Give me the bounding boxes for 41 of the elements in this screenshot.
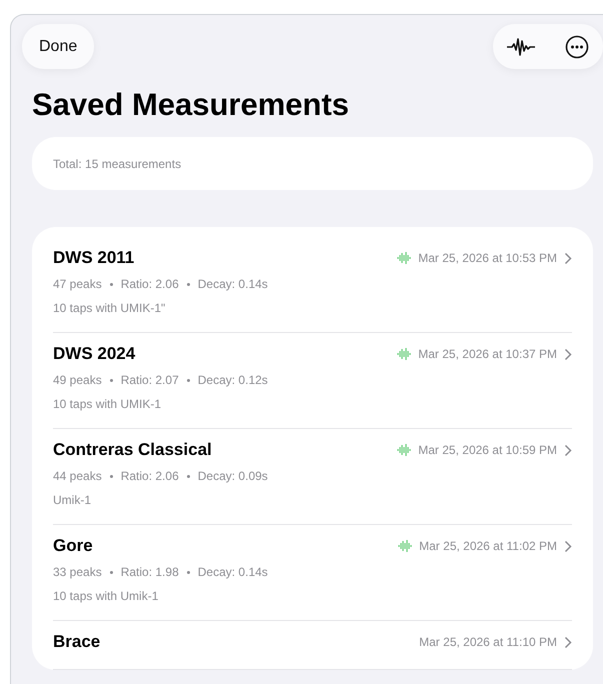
chevron-icon [564, 252, 572, 264]
more-icon[interactable] [565, 34, 589, 58]
measurement-note: Umik-1 [53, 493, 92, 507]
measurement-row[interactable]: DWS 2011 Mar 25, 2026 at 10:53 PM 47 peaks Ratio: 2.06 Decay: 0.14s 10 taps with UMIK-1" [53, 237, 572, 333]
ratio-value: Ratio: 2.06 [120, 277, 179, 291]
waveform-icon[interactable] [507, 36, 535, 58]
measurement-date: Mar 25, 2026 at 10:53 PM [418, 251, 557, 265]
measurement-note: 10 taps with Umik-1 [53, 589, 160, 603]
decay-value: Decay: 0.09s [198, 469, 268, 483]
measurement-name: Brace [53, 632, 100, 652]
decay-value: Decay: 0.12s [198, 373, 268, 387]
done-button[interactable]: Done [22, 24, 94, 69]
measurement-date: Mar 25, 2026 at 10:59 PM [418, 443, 557, 457]
measurement-note: 10 taps with UMIK-1" [53, 301, 166, 315]
measurement-name: DWS 2011 [53, 248, 134, 268]
measurement-row[interactable]: Gore Mar 25, 2026 at 11:02 PM 33 peaks Ratio: 1.98 Decay: 0.14s 10 taps with Umik-1 [53, 525, 572, 621]
measurement-date: Mar 25, 2026 at 10:37 PM [418, 347, 557, 361]
measurement-name: Contreras Classical [53, 440, 212, 460]
chevron-icon [564, 636, 572, 648]
peak-count: 49 peaks [53, 373, 102, 387]
ratio-value: Ratio: 2.07 [120, 373, 179, 387]
chevron-icon [564, 348, 572, 360]
peak-count: 44 peaks [53, 469, 102, 483]
decay-value: Decay: 0.14s [198, 277, 268, 291]
ratio-value: Ratio: 2.06 [120, 469, 179, 483]
measurement-note: 10 taps with UMIK-1 [53, 397, 162, 411]
chevron-icon [564, 444, 572, 456]
measurement-row[interactable]: Brace Mar 25, 2026 at 11:10 PM [53, 621, 572, 670]
chevron-icon [564, 540, 572, 552]
measurement-name: Gore [53, 536, 93, 556]
measurement-row[interactable]: DWS 2024 Mar 25, 2026 at 10:37 PM 49 peaks Ratio: 2.07 Decay: 0.12s 10 taps with UMIK-1 [53, 333, 572, 429]
measurement-row[interactable]: Contreras Classical Mar 25, 2026 at 10:59 PM 44 peaks Ratio: 2.06 Decay: 0.09s Umik-1 [53, 429, 572, 525]
page-title: Saved Measurements [32, 87, 350, 123]
peak-count: 47 peaks [53, 277, 102, 291]
measurement-date: Mar 25, 2026 at 11:10 PM [419, 635, 557, 649]
ratio-value: Ratio: 1.98 [120, 565, 179, 579]
measurement-name: DWS 2024 [53, 344, 136, 364]
measurement-date: Mar 25, 2026 at 11:02 PM [419, 539, 557, 553]
total-count: Total: 15 measurements [53, 156, 182, 170]
peak-count: 33 peaks [53, 565, 102, 579]
decay-value: Decay: 0.14s [198, 565, 268, 579]
